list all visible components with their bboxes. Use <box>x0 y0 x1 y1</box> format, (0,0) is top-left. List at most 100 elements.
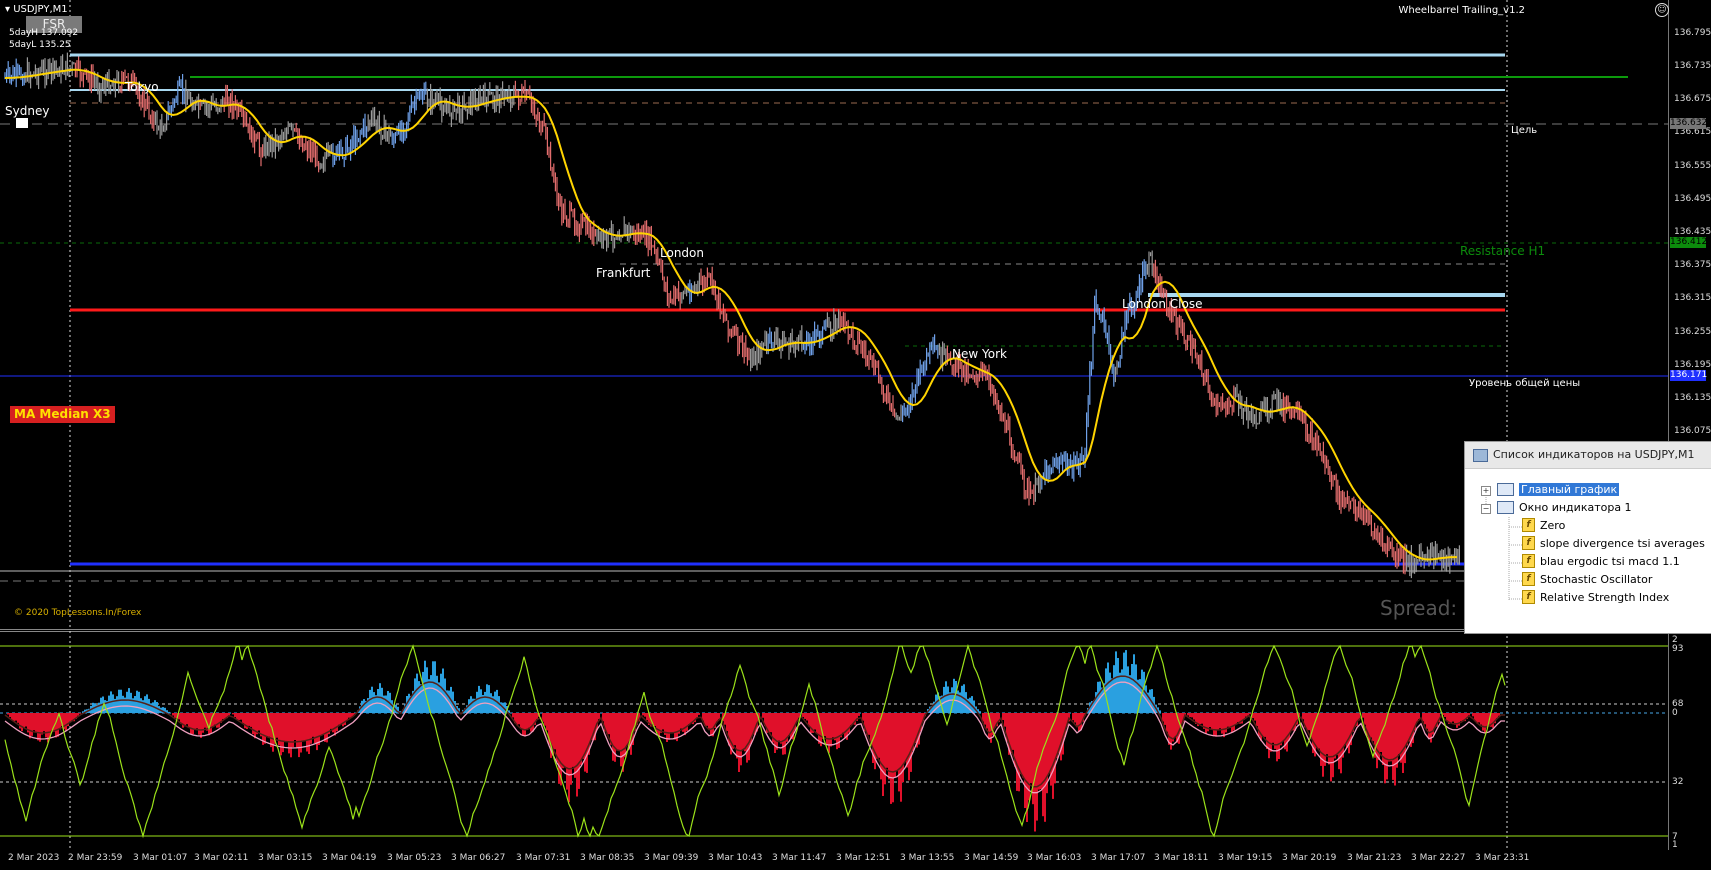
price-axis-tick: 136.315 <box>1674 293 1711 303</box>
histogram-bar <box>300 713 302 753</box>
histogram-bar <box>1462 713 1464 721</box>
time-axis-tick: 3 Mar 08:35 <box>580 853 635 863</box>
histogram-bar <box>312 713 314 737</box>
histogram-bar <box>120 689 122 713</box>
time-axis-tick: 3 Mar 20:19 <box>1282 853 1337 863</box>
histogram-bar <box>1270 713 1272 752</box>
histogram-bar <box>1201 713 1203 724</box>
histogram-bar <box>979 711 981 713</box>
spread-text: Spread: 2 <box>1380 596 1477 620</box>
histogram-bar <box>708 713 710 729</box>
histogram-bar <box>1245 713 1247 717</box>
histogram-bar <box>1348 713 1350 754</box>
histogram-bar <box>17 713 19 723</box>
histogram-bar <box>1272 713 1274 743</box>
histogram-bar <box>280 713 282 756</box>
subwindow-axis-tick: 0 <box>1672 708 1678 718</box>
histogram-bar <box>802 713 804 717</box>
histogram-bar <box>1324 713 1326 766</box>
histogram-bar <box>1221 713 1223 734</box>
subwindow-axis-tick: 32 <box>1672 777 1684 787</box>
copyright-text: © 2020 TopLessons.In/Forex <box>14 608 142 618</box>
histogram-bar <box>69 713 71 722</box>
histogram-bar <box>304 713 306 742</box>
histogram-bar <box>190 713 192 735</box>
histogram-bar <box>1330 713 1332 782</box>
histogram-bar <box>886 713 888 768</box>
histogram-bar <box>1468 713 1470 716</box>
histogram-bar <box>1231 713 1233 732</box>
histogram-bar <box>33 713 35 731</box>
histogram-bar <box>65 713 67 731</box>
histogram-bar <box>338 713 340 725</box>
histogram-bar <box>1119 672 1121 713</box>
histogram-bar <box>1022 713 1024 778</box>
histogram-bar <box>1362 713 1364 718</box>
histogram-bar <box>434 661 436 713</box>
histogram-bar <box>344 713 346 725</box>
histogram-bar <box>616 713 618 751</box>
smile-icon[interactable]: ☺ <box>1655 3 1669 17</box>
histogram-bar <box>194 713 196 729</box>
time-axis-tick: 3 Mar 13:55 <box>900 853 955 863</box>
histogram-bar <box>284 713 286 742</box>
histogram-bar <box>172 713 174 716</box>
histogram-bar <box>1016 713 1018 791</box>
histogram-bar <box>1020 713 1022 774</box>
time-axis-tick: 3 Mar 19:15 <box>1218 853 1273 863</box>
histogram-bar <box>1260 713 1262 741</box>
histogram-bar <box>430 675 432 713</box>
histogram-bar <box>1450 713 1452 723</box>
histogram-bar <box>1097 681 1099 713</box>
histogram-bar <box>1129 675 1131 713</box>
histogram-bar <box>908 713 910 781</box>
histogram-bar <box>198 713 200 735</box>
histogram-bar <box>476 691 478 713</box>
histogram-bar <box>369 689 371 713</box>
indicator-list-window[interactable]: Список индикаторов на USDJPY,M1 + Главны… <box>1464 441 1711 634</box>
histogram-bar <box>188 713 190 728</box>
histogram-bar <box>214 713 216 725</box>
histogram-bar <box>858 713 860 716</box>
histogram-bar <box>130 692 132 713</box>
histogram-bar <box>1278 713 1280 759</box>
histogram-bar <box>1235 713 1237 725</box>
histogram-bar <box>904 713 906 762</box>
histogram-bar <box>1274 713 1276 749</box>
histogram-bar <box>662 713 664 730</box>
histogram-bar <box>1040 713 1042 789</box>
chart-symbol: ▾ USDJPY,M1 <box>5 4 68 15</box>
histogram-bar <box>1166 713 1168 732</box>
histogram-bar <box>674 713 676 740</box>
histogram-bar <box>45 713 47 738</box>
session-tokyo: Tokyo <box>125 80 159 94</box>
histogram-bar <box>1398 713 1400 755</box>
histogram-bar <box>1280 713 1282 746</box>
indicator-subwindow[interactable] <box>0 631 1711 850</box>
histogram-bar <box>776 713 778 750</box>
histogram-bar <box>1012 713 1014 750</box>
histogram-bar <box>624 713 626 758</box>
histogram-bar <box>234 713 236 717</box>
histogram-bar <box>55 713 57 738</box>
price-axis-tick: 136.375 <box>1674 260 1711 270</box>
session-sydney: Sydney <box>5 104 50 118</box>
histogram-bar <box>782 713 784 755</box>
price-chart[interactable] <box>0 0 1711 630</box>
histogram-bar <box>654 713 656 726</box>
price-axis-tick: 136.075 <box>1674 426 1711 436</box>
histogram-bar <box>1290 713 1292 731</box>
histogram-bar <box>1215 713 1217 737</box>
histogram-bar <box>824 713 826 737</box>
histogram-bar <box>1060 713 1062 761</box>
histogram-bar <box>385 695 387 713</box>
histogram-bar <box>1189 713 1191 718</box>
time-axis-tick: 3 Mar 16:03 <box>1027 853 1082 863</box>
histogram-bar <box>1332 713 1334 778</box>
histogram-bar <box>1482 713 1484 731</box>
histogram-bar <box>168 711 170 713</box>
histogram-bar <box>1187 713 1189 716</box>
histogram-bar <box>1424 713 1426 725</box>
histogram-bar <box>318 713 320 745</box>
histogram-bar <box>43 713 45 732</box>
